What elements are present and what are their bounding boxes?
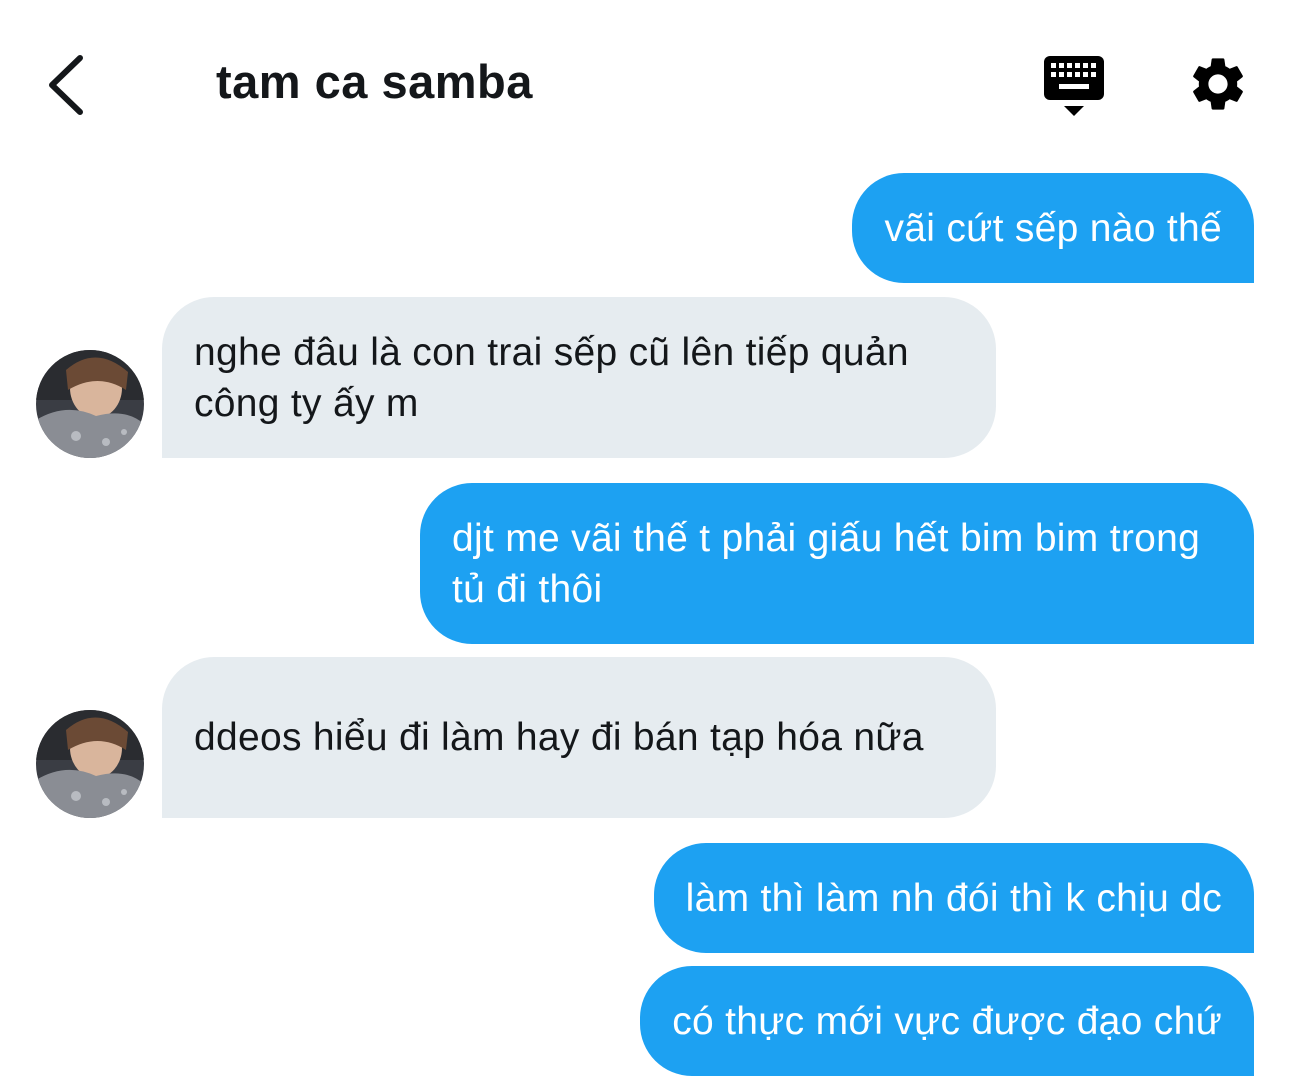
conversation-header: tam ca samba bbox=[0, 0, 1290, 160]
message-text: ddeos hiểu đi làm hay đi bán tạp hóa nữa bbox=[194, 716, 924, 759]
message-bubble-outgoing[interactable]: có thực mới vực được đạo chứ bbox=[640, 966, 1254, 1076]
message-bubble-incoming[interactable]: nghe đâu là con trai sếp cũ lên tiếp quả… bbox=[162, 297, 996, 458]
chevron-left-icon bbox=[49, 55, 83, 115]
conversation-title[interactable]: tam ca samba bbox=[216, 54, 533, 109]
avatar-image bbox=[36, 350, 144, 458]
settings-button[interactable] bbox=[1186, 52, 1250, 116]
back-button[interactable] bbox=[38, 50, 98, 120]
message-text: làm thì làm nh đói thì k chịu dc bbox=[685, 876, 1222, 920]
avatar[interactable] bbox=[36, 710, 144, 818]
gear-icon bbox=[1193, 58, 1243, 110]
message-bubble-outgoing[interactable]: djt me vãi thế t phải giấu hết bim bim t… bbox=[420, 483, 1254, 644]
keyboard-button[interactable] bbox=[1040, 54, 1108, 120]
message-bubble-outgoing[interactable]: làm thì làm nh đói thì k chịu dc bbox=[653, 843, 1254, 953]
message-text: vãi cứt sếp nào thế bbox=[884, 206, 1222, 250]
avatar[interactable] bbox=[36, 350, 144, 458]
keyboard-icon bbox=[1044, 56, 1104, 116]
message-text: nghe đâu là con trai sếp cũ lên tiếp quả… bbox=[194, 330, 909, 425]
message-text: có thực mới vực được đạo chứ bbox=[672, 999, 1222, 1043]
message-bubble-outgoing[interactable]: vãi cứt sếp nào thế bbox=[852, 173, 1254, 283]
message-text: djt me vãi thế t phải giấu hết bim bim t… bbox=[452, 516, 1201, 611]
avatar-image bbox=[36, 710, 144, 818]
message-bubble-incoming[interactable]: ddeos hiểu đi làm hay đi bán tạp hóa nữa bbox=[162, 657, 996, 818]
